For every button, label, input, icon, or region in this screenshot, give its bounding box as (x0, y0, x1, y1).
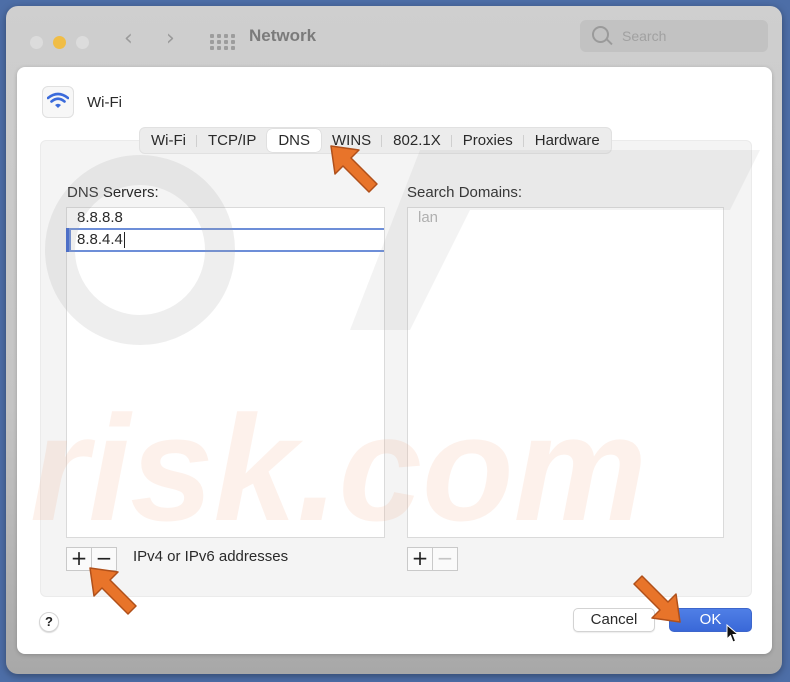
dns-add-remove-control: + − (66, 547, 117, 571)
remove-search-domain-button[interactable]: − (433, 547, 458, 571)
dns-server-row[interactable]: 8.8.8.8 (67, 208, 384, 228)
tab-wifi[interactable]: Wi-Fi (140, 129, 197, 152)
window-title: Network (249, 26, 317, 45)
wifi-service-icon-box (42, 86, 74, 118)
add-dns-server-button[interactable]: + (66, 547, 92, 571)
dns-hint: IPv4 or IPv6 addresses (133, 548, 289, 565)
dns-servers-label: DNS Servers: (67, 184, 159, 201)
dns-servers-list[interactable]: 8.8.8.8 8.8.4.4 (66, 207, 385, 538)
search-field[interactable]: Search (580, 20, 768, 52)
search-placeholder: Search (622, 28, 667, 44)
search-domains-label: Search Domains: (407, 184, 523, 201)
minimize-window-button[interactable] (53, 36, 66, 49)
tab-bar: Wi-Fi TCP/IP DNS WINS 802.1X Proxies Har… (139, 127, 612, 154)
service-name: Wi-Fi (87, 94, 122, 111)
wifi-icon (47, 92, 69, 108)
close-window-button[interactable] (30, 36, 43, 49)
show-all-grid-icon[interactable] (210, 34, 235, 50)
add-search-domain-button[interactable]: + (407, 547, 433, 571)
tab-wins[interactable]: WINS (321, 129, 383, 152)
domain-add-remove-control: + − (407, 547, 458, 571)
dns-server-edit-input[interactable]: 8.8.4.4 (77, 231, 123, 248)
tab-dns[interactable]: DNS (267, 129, 321, 152)
title-bar: ‹ › Network Search (6, 6, 782, 68)
tab-hardware[interactable]: Hardware (524, 129, 611, 152)
zoom-window-button[interactable] (76, 36, 89, 49)
tab-proxies[interactable]: Proxies (452, 129, 524, 152)
remove-dns-server-button[interactable]: − (92, 547, 117, 571)
mouse-pointer-icon (726, 624, 740, 643)
search-domains-list[interactable]: lan (407, 207, 724, 538)
forward-chevron-icon[interactable]: › (166, 26, 175, 51)
back-chevron-icon[interactable]: ‹ (124, 26, 133, 51)
tab-8021x[interactable]: 802.1X (382, 129, 452, 152)
search-icon (592, 26, 609, 43)
tab-tcpip[interactable]: TCP/IP (197, 129, 267, 152)
text-caret (123, 232, 125, 249)
advanced-settings-sheet: Wi-Fi Wi-Fi TCP/IP DNS WINS 802.1X Proxi… (17, 67, 772, 654)
dns-server-row-editing[interactable]: 8.8.4.4 (69, 228, 384, 252)
help-button[interactable]: ? (39, 612, 59, 632)
search-domain-placeholder: lan (418, 209, 439, 226)
cancel-button[interactable]: Cancel (573, 608, 655, 632)
